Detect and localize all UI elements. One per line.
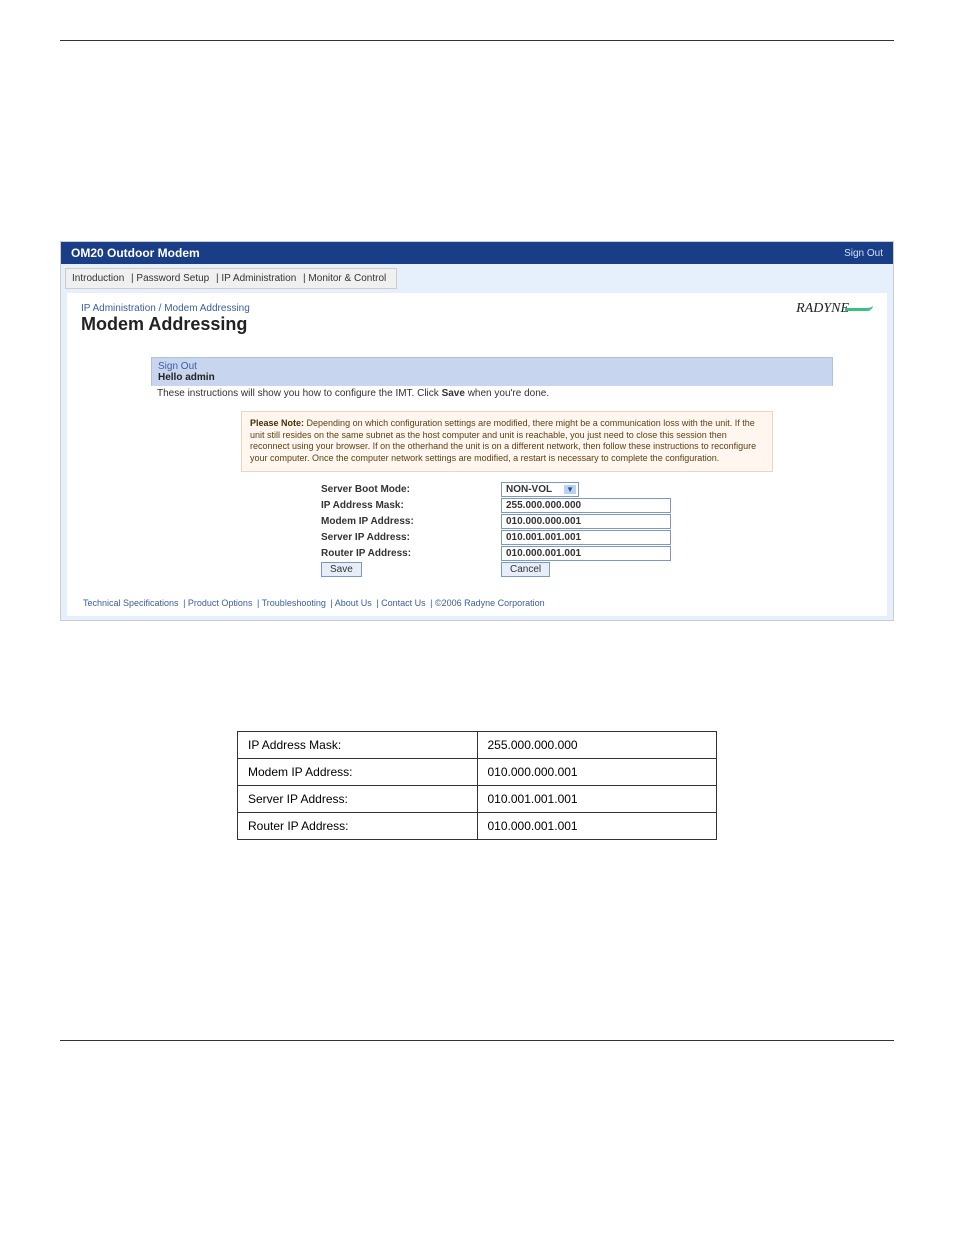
- radyne-logo: RADYNE: [796, 301, 873, 317]
- instructions-post: when you're done.: [465, 388, 549, 399]
- input-modem-ip[interactable]: 010.000.000.001: [501, 514, 671, 529]
- cancel-button[interactable]: Cancel: [501, 562, 550, 577]
- menu-password[interactable]: Password Setup: [136, 273, 209, 284]
- cell-modem-label: Modem IP Address:: [238, 758, 478, 785]
- cell-server-label: Server IP Address:: [238, 785, 478, 812]
- logo-text: RADYNE: [796, 301, 849, 316]
- hello-user: Hello admin: [158, 372, 215, 383]
- input-server-ip[interactable]: 010.001.001.001: [501, 530, 671, 545]
- table-row: Modem IP Address: 010.000.000.001: [238, 758, 717, 785]
- note-body: Depending on which configuration setting…: [250, 418, 756, 463]
- label-mask: IP Address Mask:: [321, 500, 501, 511]
- label-server: Server IP Address:: [321, 532, 501, 543]
- label-router: Router IP Address:: [321, 548, 501, 559]
- title-bar: OM20 Outdoor Modem Sign Out: [61, 242, 893, 264]
- link-product-options[interactable]: Product Options: [188, 598, 253, 608]
- link-about[interactable]: About Us: [335, 598, 372, 608]
- link-troubleshooting[interactable]: Troubleshooting: [262, 598, 326, 608]
- row-boot: Server Boot Mode: NON-VOL ▼: [321, 482, 833, 497]
- cell-router-value: 010.000.001.001: [477, 812, 717, 839]
- copyright: ©2006 Radyne Corporation: [435, 598, 545, 608]
- signout-top-link[interactable]: Sign Out: [844, 248, 883, 259]
- instructions: These instructions will show you how to …: [151, 386, 833, 407]
- main-menu: Introduction | Password Setup | IP Admin…: [65, 268, 397, 289]
- config-panel: Sign Out Hello admin These instructions …: [141, 353, 843, 586]
- page-body: RADYNE IP Administration / Modem Address…: [67, 293, 887, 616]
- cell-router-label: Router IP Address:: [238, 812, 478, 839]
- page-title: Modem Addressing: [81, 314, 873, 335]
- select-boot-value: NON-VOL: [506, 484, 552, 495]
- row-buttons: Save Cancel: [321, 562, 833, 577]
- footer-links: Technical Specifications | Product Optio…: [81, 594, 873, 608]
- table-row: Router IP Address: 010.000.001.001: [238, 812, 717, 839]
- table-row: Server IP Address: 010.001.001.001: [238, 785, 717, 812]
- logo-swoosh-icon: [845, 301, 873, 311]
- note-label: Please Note:: [250, 418, 304, 428]
- app-screenshot: OM20 Outdoor Modem Sign Out Introduction…: [60, 241, 894, 621]
- config-form: Server Boot Mode: NON-VOL ▼ IP Address M…: [321, 482, 833, 577]
- row-mask: IP Address Mask: 255.000.000.000: [321, 498, 833, 513]
- menu-ip-admin[interactable]: IP Administration: [221, 273, 296, 284]
- cell-modem-value: 010.000.000.001: [477, 758, 717, 785]
- select-boot-mode[interactable]: NON-VOL ▼: [501, 482, 579, 497]
- label-modem: Modem IP Address:: [321, 516, 501, 527]
- warning-note: Please Note: Depending on which configur…: [241, 411, 773, 472]
- top-rule: [60, 40, 894, 41]
- cell-mask-value: 255.000.000.000: [477, 731, 717, 758]
- row-router: Router IP Address: 010.000.001.001: [321, 546, 833, 561]
- cell-server-value: 010.001.001.001: [477, 785, 717, 812]
- row-modem: Modem IP Address: 010.000.000.001: [321, 514, 833, 529]
- instructions-pre: These instructions will show you how to …: [157, 388, 442, 399]
- input-ip-mask[interactable]: 255.000.000.000: [501, 498, 671, 513]
- instructions-bold: Save: [442, 388, 465, 399]
- menu-intro[interactable]: Introduction: [72, 273, 124, 284]
- breadcrumb[interactable]: IP Administration / Modem Addressing: [81, 303, 873, 314]
- save-button[interactable]: Save: [321, 562, 362, 577]
- input-router-ip[interactable]: 010.000.001.001: [501, 546, 671, 561]
- gap: [60, 621, 894, 731]
- footer-rule: [60, 1040, 894, 1041]
- table-row: IP Address Mask: 255.000.000.000: [238, 731, 717, 758]
- config-values-table: IP Address Mask: 255.000.000.000 Modem I…: [237, 731, 717, 840]
- panel-head: Sign Out Hello admin: [151, 357, 833, 386]
- label-boot: Server Boot Mode:: [321, 484, 501, 495]
- row-server: Server IP Address: 010.001.001.001: [321, 530, 833, 545]
- app-title: OM20 Outdoor Modem: [71, 246, 200, 260]
- signout-link[interactable]: Sign Out: [158, 361, 197, 372]
- link-contact[interactable]: Contact Us: [381, 598, 426, 608]
- chevron-down-icon: ▼: [564, 485, 576, 494]
- menu-monitor-control[interactable]: Monitor & Control: [308, 273, 386, 284]
- link-tech-specs[interactable]: Technical Specifications: [83, 598, 179, 608]
- cell-mask-label: IP Address Mask:: [238, 731, 478, 758]
